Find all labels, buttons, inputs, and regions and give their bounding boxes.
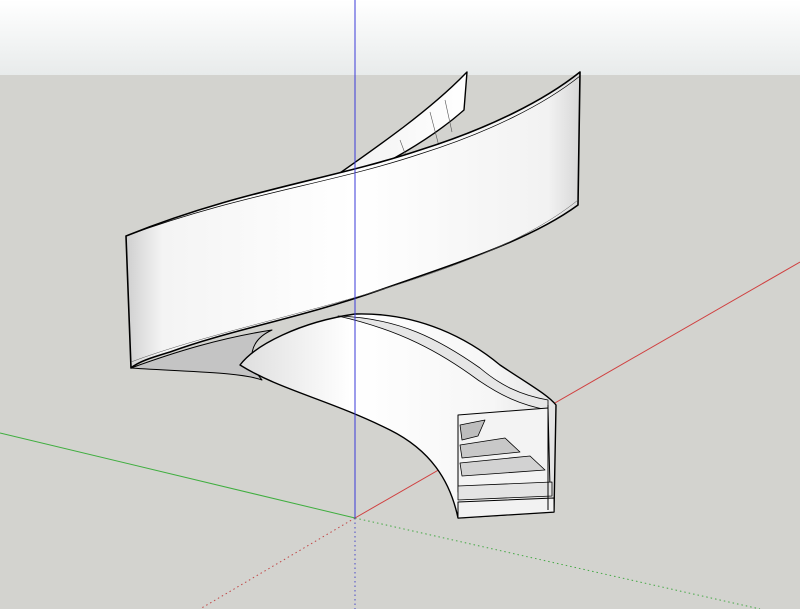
scene-canvas[interactable] <box>0 0 800 609</box>
modeling-viewport[interactable] <box>0 0 800 609</box>
sky <box>0 0 800 75</box>
